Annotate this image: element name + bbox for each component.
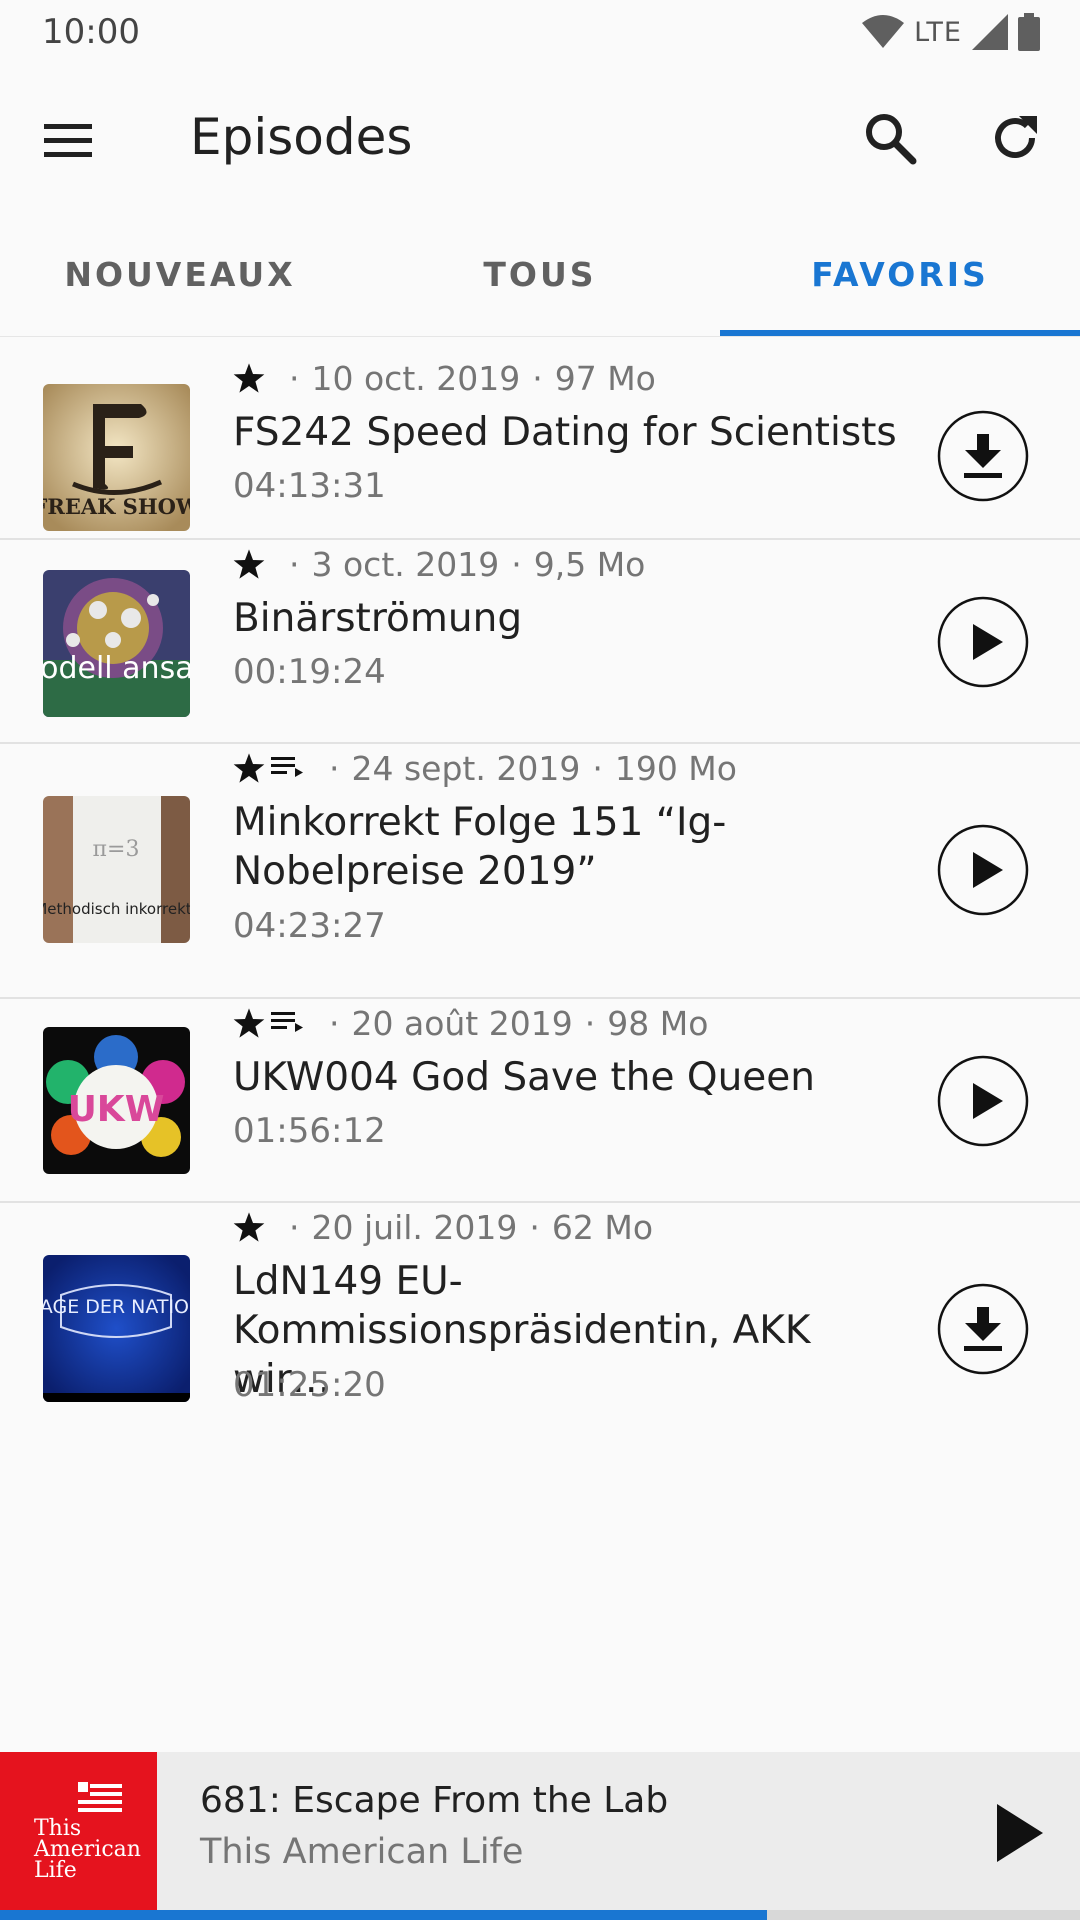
podcast-cover: modell ansatz: [43, 570, 190, 717]
episode-title: FS242 Speed Dating for Scientists: [233, 410, 897, 455]
app-bar: Episodes: [0, 64, 1080, 212]
signal-icon: [972, 14, 1008, 50]
star-icon: [233, 549, 265, 579]
play-icon[interactable]: [937, 824, 1029, 916]
network-label: LTE: [914, 16, 962, 48]
podcast-cover: UKW: [43, 1027, 190, 1174]
episode-date: 24 sept. 2019: [351, 748, 581, 788]
player-podcast-name: This American Life: [200, 1832, 524, 1872]
podcast-cover: FREAK SHOW: [43, 384, 190, 531]
list-item[interactable]: modell ansatz · 3 oct. 2019 · 9,5 Mo Bin…: [0, 540, 1080, 744]
podcast-cover: LAGE DER NATION: [43, 1255, 190, 1402]
episode-meta: · 20 juil. 2019 · 62 Mo: [233, 1205, 653, 1249]
status-time: 10:00: [42, 12, 140, 52]
episode-meta: · 3 oct. 2019 · 9,5 Mo: [233, 542, 645, 586]
star-icon: [233, 363, 265, 393]
wifi-icon: [862, 15, 905, 48]
episode-size: 9,5 Mo: [533, 544, 646, 584]
cover-text: LAGE DER NATION: [43, 1296, 190, 1318]
list-item[interactable]: π=3 Methodisch inkorrekt! · 24 sept. 201…: [0, 744, 1080, 999]
episode-duration: 04:13:31: [233, 466, 386, 506]
episode-duration: 01:25:20: [233, 1365, 386, 1405]
episode-list: FREAK SHOW · 10 oct. 2019 · 97 Mo FS242 …: [0, 336, 1080, 1456]
tab-nouveaux[interactable]: NOUVEAUX: [0, 212, 360, 336]
list-item[interactable]: FREAK SHOW · 10 oct. 2019 · 97 Mo FS242 …: [0, 336, 1080, 540]
list-item[interactable]: LAGE DER NATION · 20 juil. 2019 · 62 Mo …: [0, 1203, 1080, 1456]
episode-size: 190 Mo: [614, 748, 737, 788]
flag-icon: [78, 1782, 122, 1812]
episode-meta: · 24 sept. 2019 · 190 Mo: [233, 746, 737, 790]
episode-meta: · 20 août 2019 · 98 Mo: [233, 1001, 708, 1045]
tab-favoris[interactable]: FAVORIS: [720, 212, 1080, 336]
episode-size: 62 Mo: [551, 1207, 654, 1247]
episode-duration: 04:23:27: [233, 906, 386, 946]
episode-title: Minkorrekt Folge 151 “Ig-Nobelpreise 201…: [233, 800, 727, 894]
menu-icon[interactable]: [40, 112, 96, 168]
refresh-icon[interactable]: [985, 108, 1045, 168]
search-icon[interactable]: [860, 108, 920, 168]
podcast-cover: π=3 Methodisch inkorrekt!: [43, 796, 190, 943]
star-icon: [233, 1212, 265, 1242]
player-cover-text: This American Life: [34, 1816, 141, 1883]
play-icon[interactable]: [985, 1798, 1055, 1868]
cover-text: FREAK SHOW: [43, 494, 190, 519]
queue-icon: [271, 757, 303, 777]
playback-progress[interactable]: [0, 1910, 1080, 1920]
status-bar: 10:00 LTE: [0, 0, 1080, 64]
player-episode-title: 681: Escape From the Lab: [200, 1780, 669, 1821]
episode-size: 98 Mo: [607, 1003, 709, 1043]
star-icon: [233, 753, 265, 783]
cover-text: Methodisch inkorrekt!: [43, 900, 190, 918]
list-item[interactable]: UKW · 20 août 2019 · 98 Mo UKW004 God Sa…: [0, 999, 1080, 1203]
page-title: Episodes: [190, 108, 413, 166]
tab-tous[interactable]: TOUS: [360, 212, 720, 336]
episode-duration: 00:19:24: [233, 652, 386, 692]
cover-text: UKW: [68, 1089, 165, 1130]
play-icon[interactable]: [937, 596, 1029, 688]
episode-date: 20 août 2019: [351, 1003, 573, 1043]
mini-player[interactable]: This American Life 681: Escape From the …: [0, 1752, 1080, 1920]
download-icon[interactable]: [937, 1283, 1029, 1375]
star-icon: [233, 1008, 265, 1038]
play-icon[interactable]: [937, 1055, 1029, 1147]
episode-title: UKW004 God Save the Queen: [233, 1055, 816, 1100]
episode-duration: 01:56:12: [233, 1111, 386, 1151]
tab-bar: NOUVEAUX TOUS FAVORIS: [0, 212, 1080, 337]
svg-text:π=3: π=3: [93, 837, 140, 862]
episode-date: 3 oct. 2019: [311, 544, 500, 584]
status-icons: LTE: [862, 10, 1040, 54]
episode-date: 10 oct. 2019: [311, 358, 521, 398]
episode-title: Binärströmung: [233, 596, 523, 641]
player-cover: This American Life: [0, 1752, 157, 1920]
episode-size: 97 Mo: [554, 358, 656, 398]
episode-date: 20 juil. 2019: [311, 1207, 518, 1247]
cover-text: modell ansatz: [43, 651, 190, 686]
battery-icon: [1018, 13, 1040, 51]
playback-progress-fill: [0, 1910, 767, 1920]
queue-icon: [271, 1012, 303, 1032]
episode-meta: · 10 oct. 2019 · 97 Mo: [233, 356, 656, 400]
download-icon[interactable]: [937, 410, 1029, 502]
